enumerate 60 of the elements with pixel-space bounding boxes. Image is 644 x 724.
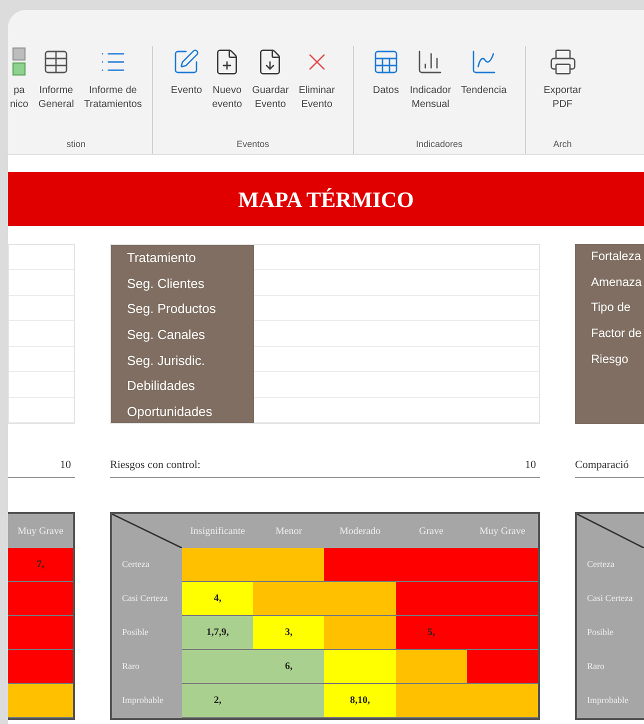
field-label: Tipo de <box>591 299 632 316</box>
field-label: Seg. Clientes <box>127 274 206 293</box>
heat-cell: 8,10, <box>324 684 396 718</box>
corner-cell <box>577 514 644 548</box>
field-label: Factor de <box>591 325 643 342</box>
row-label: Posible <box>112 616 182 650</box>
group-label: Indicadores <box>415 138 464 151</box>
column-header: Menor <box>253 514 324 548</box>
row-label: Raro <box>112 650 182 684</box>
heat-cell: 5, <box>396 616 467 650</box>
field-label: Tratamiento <box>127 249 197 267</box>
row-label: Casi Certeza <box>112 582 182 616</box>
ribbon-button[interactable]: Guardar Evento <box>250 46 291 112</box>
field-label: Seg. Productos <box>127 300 217 318</box>
row-label: Posible <box>577 616 644 650</box>
ribbon-button[interactable]: Datos <box>370 46 402 98</box>
field-label: Seg. Jurisdic. <box>127 352 206 370</box>
ribbon-button[interactable]: Indicador Mensual <box>408 46 454 112</box>
heat-cell: 4, <box>182 582 254 616</box>
column-header: Grave <box>396 514 467 548</box>
heat-cell: 7, <box>8 548 73 582</box>
ribbon-button[interactable]: Informe General <box>36 46 76 112</box>
edit-icon <box>172 48 200 76</box>
field-label: Debilidades <box>127 377 196 396</box>
field-label: Amenaza <box>591 274 643 291</box>
ribbon-button[interactable]: pa nico <box>8 46 30 112</box>
group-label: stion <box>65 138 86 151</box>
printer-icon <box>548 48 577 76</box>
ribbon-button[interactable]: Nuevo evento <box>210 46 244 112</box>
section-title: Riesgos con control: <box>110 458 200 472</box>
heat-cell: 3, <box>253 616 324 650</box>
heat-cell: 1,7,9, <box>182 616 254 650</box>
row-label: Raro <box>577 650 644 684</box>
ribbon-button[interactable]: Eliminar Evento <box>296 46 337 112</box>
color-squares-icon <box>12 47 26 77</box>
column-header: Muy Grave <box>8 514 73 548</box>
ribbon-button[interactable]: Evento <box>168 46 204 98</box>
section-title: Comparació <box>575 458 629 472</box>
ribbon-button[interactable]: Exportar PDF <box>542 46 584 112</box>
column-header: Insignificante <box>182 514 254 548</box>
ribbon-button[interactable]: Tendencia <box>459 46 509 98</box>
row-label: Improbable <box>577 684 644 718</box>
heat-cell: 6, <box>253 650 324 684</box>
row-label: Improbable <box>112 684 182 718</box>
field-label: Seg. Canales <box>127 326 206 344</box>
column-header: Moderado <box>324 514 396 548</box>
risk-count: 10 <box>60 458 72 472</box>
row-label: Certeza <box>577 548 644 582</box>
ribbon-button[interactable]: Informe de Tratamientos <box>82 46 144 112</box>
column-header: Muy Grave <box>466 514 538 548</box>
row-label: Certeza <box>112 548 182 582</box>
group-label: Arch <box>552 138 573 151</box>
field-label: Riesgo <box>591 350 630 368</box>
field-label: Fortaleza <box>591 248 642 265</box>
group-label: Eventos <box>236 138 270 151</box>
row-label: Casi Certeza <box>577 582 644 616</box>
title-banner: MAPA TÉRMICO <box>8 172 644 226</box>
risk-count: 10 <box>525 458 537 472</box>
field-label: Oportunidades <box>127 403 214 422</box>
heat-cell: 2, <box>182 684 254 718</box>
